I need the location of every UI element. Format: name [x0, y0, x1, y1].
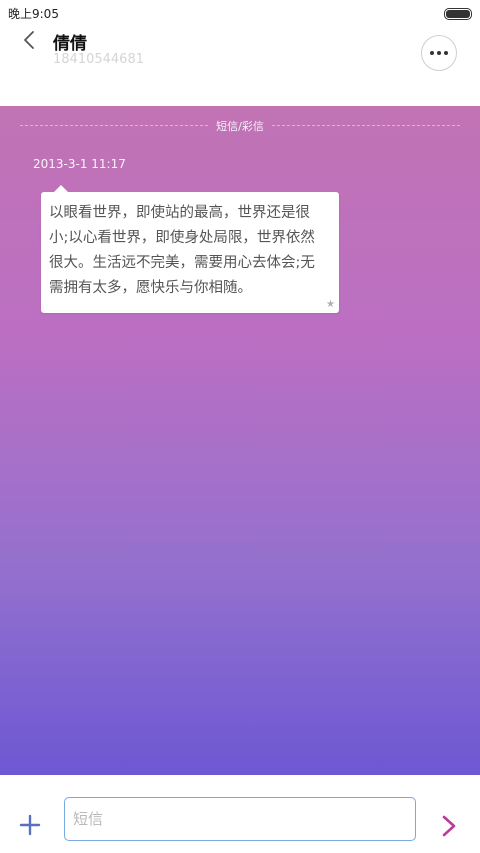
messaging-screen: 晚上9:05 倩倩 18410544681 短信/彩信 2013-3-1 11:… [0, 0, 480, 853]
battery-level [446, 10, 470, 18]
status-bar: 晚上9:05 [0, 0, 480, 26]
received-message-bubble[interactable]: 以眼看世界，即使站的最高，世界还是很小;以心看世界，即使身处局限，世界依然很大。… [41, 185, 339, 313]
back-button[interactable] [18, 28, 42, 52]
status-time: 晚上9:05 [8, 7, 59, 21]
plus-icon [19, 814, 41, 836]
message-input[interactable] [64, 797, 416, 841]
star-icon: ★ [326, 299, 335, 310]
chevron-left-icon [24, 31, 34, 49]
contact-name: 倩倩 [53, 34, 87, 54]
message-timestamp: 2013-3-1 11:17 [33, 157, 126, 171]
contact-number: 18410544681 [53, 52, 144, 67]
more-dots-icon [430, 51, 434, 55]
send-button[interactable] [436, 813, 462, 839]
more-dots-icon [437, 51, 441, 55]
more-options-button[interactable] [421, 35, 457, 71]
compose-bar [0, 775, 480, 853]
add-attachment-button[interactable] [18, 813, 42, 837]
conversation-header: 倩倩 18410544681 [0, 26, 480, 106]
message-type-divider: 短信/彩信 [216, 120, 264, 133]
send-arrow-icon [442, 815, 456, 837]
message-list[interactable]: 短信/彩信 2013-3-1 11:17 以眼看世界，即使站的最高，世界还是很小… [0, 106, 480, 775]
divider-line [272, 125, 460, 126]
message-text: 以眼看世界，即使站的最高，世界还是很小;以心看世界，即使身处局限，世界依然很大。… [49, 205, 315, 296]
more-dots-icon [444, 51, 448, 55]
battery-icon [444, 8, 472, 20]
bubble-tail [53, 185, 69, 193]
